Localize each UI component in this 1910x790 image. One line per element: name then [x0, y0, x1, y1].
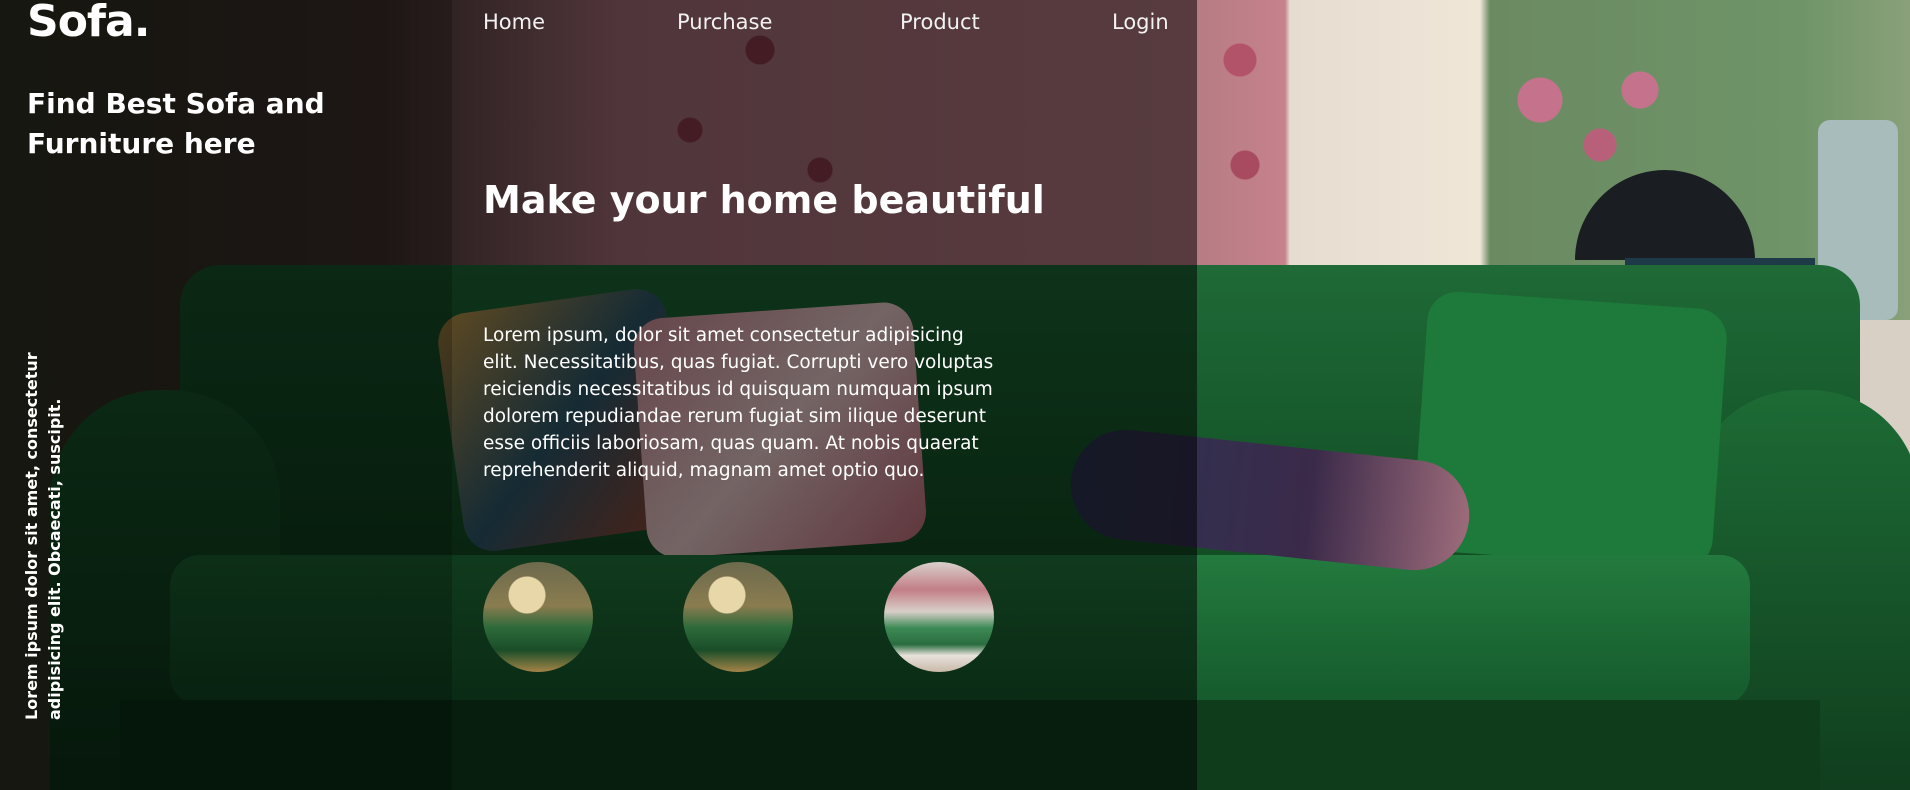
living-room-thumbnail[interactable] [483, 562, 593, 672]
nav-login-link[interactable]: Login [1112, 10, 1169, 34]
main-description: Lorem ipsum, dolor sit amet consectetur … [483, 325, 994, 481]
vertical-caption: Lorem ipsum dolor sit amet, consectetur … [20, 250, 80, 720]
green-sofa-thumbnail[interactable] [884, 562, 994, 672]
brand-logo[interactable]: Sofa. [27, 0, 150, 47]
vertical-caption-text: Lorem ipsum dolor sit amet, consectetur … [22, 352, 64, 720]
living-room-thumbnail[interactable] [683, 562, 793, 672]
nav-product-link[interactable]: Product [900, 10, 980, 34]
hero-tagline: Find Best Sofa and Furniture here [27, 87, 325, 160]
nav-home-link[interactable]: Home [483, 10, 545, 34]
main-headline: Make your home beautiful [483, 178, 1045, 222]
decorative-fan [1575, 170, 1755, 260]
nav-purchase-link[interactable]: Purchase [677, 10, 772, 34]
